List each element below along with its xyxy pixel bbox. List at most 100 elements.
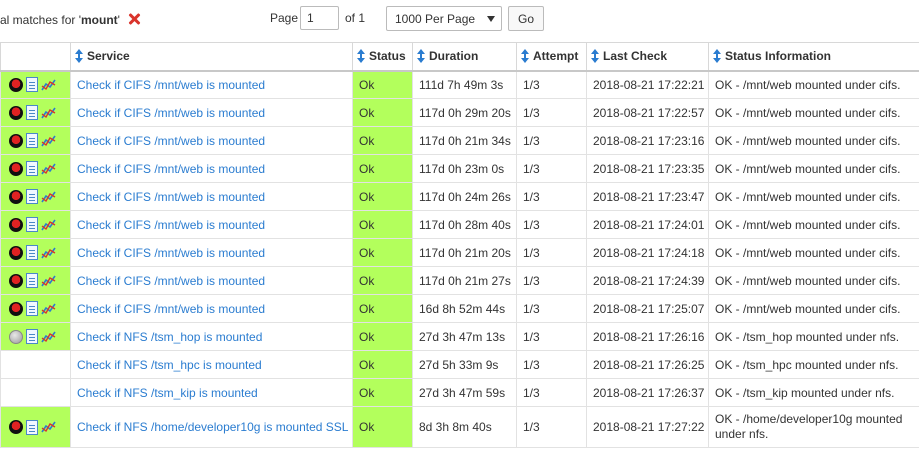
redhat-icon (9, 245, 23, 260)
status-cell: Ok (352, 98, 413, 127)
notes-icon[interactable] (26, 133, 38, 149)
service-link[interactable]: Check if NFS /tsm_hpc is mounted (77, 358, 262, 372)
header-attempt[interactable]: Attempt (516, 42, 587, 72)
page-count-label: of 1 (345, 11, 366, 25)
header-status-info-label: Status Information (725, 49, 832, 64)
graph-icon[interactable] (41, 420, 57, 434)
service-cell: Check if NFS /home/developer10g is mount… (70, 406, 353, 448)
table-row: Check if NFS /home/developer10g is mount… (0, 406, 919, 448)
status-info-cell: OK - /tsm_hpc mounted under nfs. (708, 350, 919, 379)
service-link[interactable]: Check if NFS /home/developer10g is mount… (77, 420, 348, 434)
row-icons (0, 238, 71, 267)
page-number-input[interactable] (300, 6, 339, 30)
table-row: Check if CIFS /mnt/web is mounted Ok 117d … (0, 182, 919, 211)
clear-search-icon[interactable] (128, 13, 140, 25)
last-check-cell: 2018-08-21 17:27:22 (586, 406, 709, 448)
notes-icon[interactable] (26, 105, 38, 121)
notes-icon[interactable] (26, 217, 38, 233)
graph-icon[interactable] (41, 134, 57, 148)
row-icons (0, 98, 71, 127)
status-cell: Ok (352, 322, 413, 351)
services-table-body: Check if CIFS /mnt/web is mounted Ok 111d … (0, 70, 919, 448)
service-cell: Check if CIFS /mnt/web is mounted (70, 266, 353, 295)
sort-icon[interactable] (713, 49, 721, 64)
notes-icon[interactable] (26, 245, 38, 261)
graph-icon[interactable] (41, 162, 57, 176)
status-cell: Ok (352, 126, 413, 155)
service-cell: Check if NFS /tsm_hop is mounted (70, 322, 353, 351)
notes-icon[interactable] (26, 329, 38, 345)
attempt-cell: 1/3 (516, 210, 587, 239)
status-info-cell: OK - /tsm_kip mounted under nfs. (708, 378, 919, 407)
notes-icon[interactable] (26, 419, 38, 435)
duration-cell: 117d 0h 24m 26s (412, 182, 517, 211)
graph-icon[interactable] (41, 106, 57, 120)
status-info-cell: OK - /mnt/web mounted under cifs. (708, 70, 919, 99)
sort-icon[interactable] (357, 49, 365, 64)
service-link[interactable]: Check if CIFS /mnt/web is mounted (77, 78, 265, 92)
status-info-cell: OK - /mnt/web mounted under cifs. (708, 126, 919, 155)
table-row: Check if CIFS /mnt/web is mounted Ok 117d … (0, 154, 919, 183)
status-cell: Ok (352, 154, 413, 183)
graph-icon[interactable] (41, 274, 57, 288)
header-status[interactable]: Status (352, 42, 413, 72)
last-check-cell: 2018-08-21 17:22:57 (586, 98, 709, 127)
service-link[interactable]: Check if CIFS /mnt/web is mounted (77, 190, 265, 204)
header-status-info[interactable]: Status Information (708, 42, 919, 72)
sort-icon[interactable] (521, 49, 529, 64)
graph-icon[interactable] (41, 302, 57, 316)
last-check-cell: 2018-08-21 17:25:07 (586, 294, 709, 323)
graph-icon[interactable] (41, 218, 57, 232)
service-link[interactable]: Check if CIFS /mnt/web is mounted (77, 162, 265, 176)
service-link[interactable]: Check if NFS /tsm_kip is mounted (77, 386, 258, 400)
notes-icon[interactable] (26, 77, 38, 93)
header-service[interactable]: Service (70, 42, 353, 72)
table-row: Check if NFS /tsm_hpc is mounted Ok 27d 5h… (0, 350, 919, 379)
service-link[interactable]: Check if CIFS /mnt/web is mounted (77, 246, 265, 260)
last-check-cell: 2018-08-21 17:23:47 (586, 182, 709, 211)
graph-icon[interactable] (41, 330, 57, 344)
row-icons (0, 126, 71, 155)
per-page-value: 1000 Per Page (395, 12, 476, 26)
duration-cell: 27d 3h 47m 13s (412, 322, 517, 351)
service-link[interactable]: Check if CIFS /mnt/web is mounted (77, 134, 265, 148)
header-last-check[interactable]: Last Check (586, 42, 709, 72)
duration-cell: 16d 8h 52m 44s (412, 294, 517, 323)
last-check-cell: 2018-08-21 17:26:16 (586, 322, 709, 351)
graph-icon[interactable] (41, 78, 57, 92)
per-page-select[interactable]: 1000 Per Page (386, 6, 502, 31)
service-link[interactable]: Check if CIFS /mnt/web is mounted (77, 302, 265, 316)
status-cell: Ok (352, 350, 413, 379)
graph-icon[interactable] (41, 246, 57, 260)
last-check-cell: 2018-08-21 17:24:39 (586, 266, 709, 295)
service-link[interactable]: Check if NFS /tsm_hop is mounted (77, 330, 262, 344)
row-icons (0, 406, 71, 448)
notes-icon[interactable] (26, 189, 38, 205)
status-info-cell: OK - /home/developer10g mounted under nf… (708, 406, 919, 448)
sort-icon[interactable] (417, 49, 425, 64)
header-last-check-label: Last Check (603, 49, 668, 64)
status-cell: Ok (352, 406, 413, 448)
sort-icon[interactable] (591, 49, 599, 64)
notes-icon[interactable] (26, 161, 38, 177)
attempt-cell: 1/3 (516, 266, 587, 295)
last-check-cell: 2018-08-21 17:24:18 (586, 238, 709, 267)
notes-icon[interactable] (26, 301, 38, 317)
service-link[interactable]: Check if CIFS /mnt/web is mounted (77, 106, 265, 120)
row-icons (0, 294, 71, 323)
header-duration[interactable]: Duration (412, 42, 517, 72)
service-cell: Check if CIFS /mnt/web is mounted (70, 126, 353, 155)
attempt-cell: 1/3 (516, 294, 587, 323)
graph-icon[interactable] (41, 190, 57, 204)
last-check-cell: 2018-08-21 17:26:25 (586, 350, 709, 379)
service-link[interactable]: Check if CIFS /mnt/web is mounted (77, 274, 265, 288)
go-button[interactable]: Go (508, 6, 544, 31)
service-link[interactable]: Check if CIFS /mnt/web is mounted (77, 218, 265, 232)
attempt-cell: 1/3 (516, 126, 587, 155)
status-info-cell: OK - /mnt/web mounted under cifs. (708, 154, 919, 183)
notes-icon[interactable] (26, 273, 38, 289)
sort-icon[interactable] (75, 49, 83, 64)
row-icons (0, 322, 71, 351)
attempt-cell: 1/3 (516, 322, 587, 351)
duration-cell: 117d 0h 21m 20s (412, 238, 517, 267)
